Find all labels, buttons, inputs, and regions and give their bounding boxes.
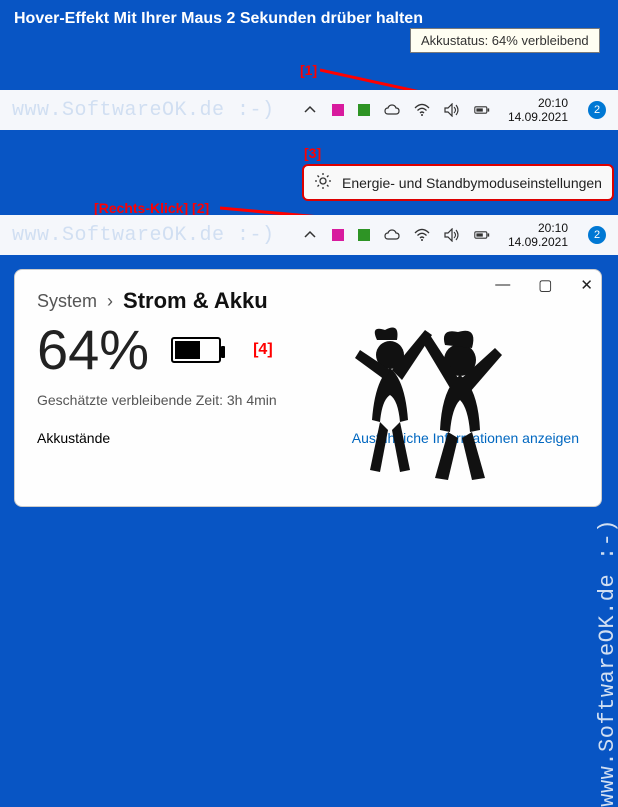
- estimate-value: 3h 4min: [227, 392, 277, 408]
- tray-app-icon-1[interactable]: [332, 104, 344, 116]
- details-link[interactable]: Ausführliche Informationen anzeigen: [352, 430, 579, 446]
- battery-levels-label: Akkustände: [37, 430, 110, 446]
- taskbar-1: www.SoftwareOK.de :-) 20:10 14.09.2021 2: [0, 90, 618, 130]
- volume-icon[interactable]: [444, 227, 460, 243]
- battery-percentage: 64%: [37, 322, 149, 378]
- annotation-1: [1]: [300, 62, 317, 78]
- tray-date-value: 14.09.2021: [508, 235, 568, 249]
- tray-clock[interactable]: 20:10 14.09.2021: [508, 96, 568, 125]
- annotation-rightclick: [Rechts-Klick] [2]: [94, 200, 209, 216]
- tray-time-value: 20:10: [508, 221, 568, 235]
- watermark-text: www.SoftwareOK.de :-): [12, 99, 275, 122]
- context-menu-label: Energie- und Standbymoduseinstellungen: [342, 175, 602, 191]
- tray-app-icon-1[interactable]: [332, 229, 344, 241]
- watermark-text-2: www.SoftwareOK.de :-): [12, 224, 275, 247]
- tray-app-icon-2[interactable]: [358, 229, 370, 241]
- estimate-label: Geschätzte verbleibende Zeit:: [37, 392, 223, 408]
- battery-icon[interactable]: [474, 227, 490, 243]
- cloud-icon[interactable]: [384, 102, 400, 118]
- wifi-icon[interactable]: [414, 102, 430, 118]
- notification-badge[interactable]: 2: [588, 101, 606, 119]
- chevron-up-icon[interactable]: [302, 227, 318, 243]
- chevron-up-icon[interactable]: [302, 102, 318, 118]
- battery-large-icon: [171, 337, 221, 363]
- tray-clock[interactable]: 20:10 14.09.2021: [508, 221, 568, 250]
- breadcrumb-root[interactable]: System: [37, 291, 97, 312]
- chevron-right-icon: ›: [107, 291, 113, 312]
- volume-icon[interactable]: [444, 102, 460, 118]
- tray-app-icon-2[interactable]: [358, 104, 370, 116]
- battery-icon[interactable]: [474, 102, 490, 118]
- taskbar-2: www.SoftwareOK.de :-) 20:10 14.09.2021 2: [0, 215, 618, 255]
- side-watermark: www.SoftwareOK.de :-): [595, 519, 618, 807]
- maximize-button[interactable]: ▢: [538, 276, 552, 294]
- power-settings-context-item[interactable]: Energie- und Standbymoduseinstellungen: [302, 164, 614, 201]
- settings-panel: ― ▢ ✕ System › Strom & Akku 64% [4] Gesc…: [14, 269, 602, 507]
- gear-icon: [314, 172, 332, 193]
- notification-badge[interactable]: 2: [588, 226, 606, 244]
- wifi-icon[interactable]: [414, 227, 430, 243]
- close-button[interactable]: ✕: [580, 276, 593, 294]
- breadcrumb-current: Strom & Akku: [123, 288, 268, 314]
- cloud-icon[interactable]: [384, 227, 400, 243]
- annotation-3: [3]: [304, 145, 321, 161]
- tray-date-value: 14.09.2021: [508, 110, 568, 124]
- annotation-4: [4]: [253, 342, 273, 358]
- minimize-button[interactable]: ―: [495, 276, 510, 294]
- battery-tooltip: Akkustatus: 64% verbleibend: [410, 28, 600, 53]
- tray-time-value: 20:10: [508, 96, 568, 110]
